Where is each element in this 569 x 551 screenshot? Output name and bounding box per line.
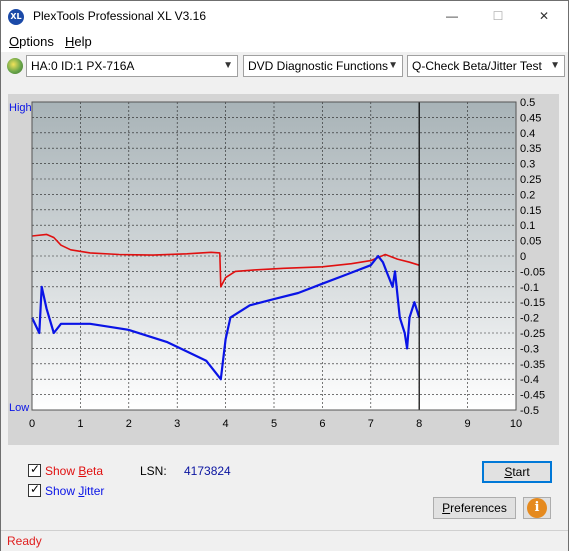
y-tick-label: 0.3 xyxy=(520,159,535,171)
y-tick-label: -0.3 xyxy=(520,343,539,355)
x-tick-label: 4 xyxy=(223,418,229,430)
chevron-down-icon: ▼ xyxy=(550,60,560,71)
lsn-value: 4173824 xyxy=(184,464,231,478)
menu-options[interactable]: Options xyxy=(9,34,54,49)
y-tick-label: -0.05 xyxy=(520,266,545,278)
y-tick-label: 0.1 xyxy=(520,220,535,232)
function-select-value: DVD Diagnostic Functions xyxy=(248,59,389,73)
test-select[interactable]: Q-Check Beta/Jitter Test ▼ xyxy=(407,55,565,77)
y-tick-label: 0.5 xyxy=(520,97,535,109)
show-beta-checkbox[interactable]: ✓ xyxy=(28,462,41,477)
y-tick-label: 0 xyxy=(520,251,526,263)
close-button[interactable]: ✕ xyxy=(521,1,567,32)
check-icon: ✓ xyxy=(30,462,41,476)
chevron-down-icon: ▼ xyxy=(388,60,398,71)
menu-help[interactable]: Help xyxy=(65,34,92,49)
menu-bar: Options Help xyxy=(1,32,568,52)
app-logo-icon: XL xyxy=(8,9,24,25)
preferences-button[interactable]: Preferences xyxy=(433,497,516,519)
y-tick-label: 0.2 xyxy=(520,189,535,201)
test-select-value: Q-Check Beta/Jitter Test xyxy=(412,59,542,73)
y-tick-label: 0.15 xyxy=(520,205,541,217)
show-beta-label[interactable]: Show Beta xyxy=(45,464,103,478)
x-tick-label: 1 xyxy=(77,418,83,430)
y-high-label: High xyxy=(9,102,32,114)
drive-select-value: HA:0 ID:1 PX-716A xyxy=(31,59,135,73)
minimize-button[interactable]: — xyxy=(429,1,475,32)
x-tick-label: 5 xyxy=(271,418,277,430)
y-tick-label: -0.2 xyxy=(520,313,539,325)
x-tick-label: 2 xyxy=(126,418,132,430)
show-jitter-label[interactable]: Show Jitter xyxy=(45,484,104,498)
y-tick-label: -0.1 xyxy=(520,282,539,294)
x-tick-label: 8 xyxy=(416,418,422,430)
y-tick-label: 0.05 xyxy=(520,236,541,248)
drive-select[interactable]: HA:0 ID:1 PX-716A ▼ xyxy=(26,55,238,77)
y-tick-label: 0.35 xyxy=(520,143,541,155)
y-tick-label: -0.25 xyxy=(520,328,545,340)
y-tick-label: -0.4 xyxy=(520,374,539,386)
control-panel: ✓ Show Beta ✓ Show Jitter LSN: 4173824 S… xyxy=(8,454,559,526)
y-tick-label: -0.35 xyxy=(520,359,545,371)
disc-drive-icon xyxy=(7,58,23,74)
x-tick-label: 10 xyxy=(510,418,522,430)
chevron-down-icon: ▼ xyxy=(223,60,233,71)
info-button[interactable]: i xyxy=(523,497,551,519)
y-tick-label: -0.45 xyxy=(520,390,545,402)
y-tick-label: 0.4 xyxy=(520,128,535,140)
start-button[interactable]: Start xyxy=(482,461,552,483)
y-low-label: Low xyxy=(9,402,29,414)
status-text: Ready xyxy=(7,534,42,548)
x-tick-label: 9 xyxy=(465,418,471,430)
window-title: PlexTools Professional XL V3.16 xyxy=(33,9,206,23)
y-tick-label: -0.5 xyxy=(520,405,539,417)
chart-panel: 0.5 0.45 0.4 0.35 0.3 0.25 0.2 0.15 0.1 0.05 0 -0.0… xyxy=(8,94,559,445)
lsn-label: LSN: xyxy=(140,464,167,478)
check-icon: ✓ xyxy=(30,482,41,496)
y-tick-label: 0.25 xyxy=(520,174,541,186)
x-tick-label: 0 xyxy=(29,418,35,430)
title-bar: XL PlexTools Professional XL V3.16 — ☐ ✕ xyxy=(1,1,568,32)
x-tick-label: 3 xyxy=(174,418,180,430)
status-bar: Ready xyxy=(1,530,568,551)
beta-jitter-chart: 0.5 0.45 0.4 0.35 0.3 0.25 0.2 0.15 0.1 0.05 0 -0.0… xyxy=(8,94,559,445)
maximize-button[interactable]: ☐ xyxy=(475,1,521,32)
x-tick-label: 7 xyxy=(368,418,374,430)
x-tick-label: 6 xyxy=(319,418,325,430)
show-jitter-checkbox[interactable]: ✓ xyxy=(28,482,41,497)
y-tick-label: 0.45 xyxy=(520,112,541,124)
y-tick-label: -0.15 xyxy=(520,297,545,309)
info-icon: i xyxy=(527,498,547,518)
app-window: XL PlexTools Professional XL V3.16 — ☐ ✕… xyxy=(0,0,569,551)
function-select[interactable]: DVD Diagnostic Functions ▼ xyxy=(243,55,403,77)
